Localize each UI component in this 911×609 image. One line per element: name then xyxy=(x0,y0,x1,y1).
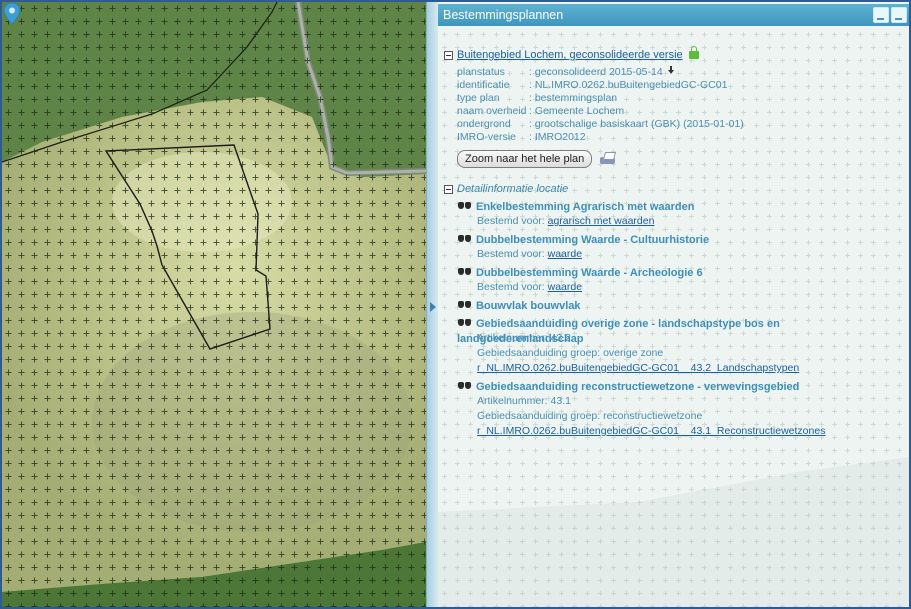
item-heading[interactable]: Enkelbestemming Agrarisch met waarden xyxy=(457,200,909,215)
map-view[interactable] xyxy=(2,2,426,607)
panel-header: Bestemmingsplannen xyxy=(438,4,909,26)
item-heading[interactable]: Gebiedsaanduiding reconstructiewetzone -… xyxy=(457,380,909,395)
binoculars-icon[interactable] xyxy=(457,233,472,243)
property-value: : geconsolideerd 2015-05-14 xyxy=(529,66,744,79)
plan-header: Buitengebied Lochem, geconsolideerde ver… xyxy=(444,46,909,64)
item-heading-text: Gebiedsaanduiding reconstructiewetzone -… xyxy=(476,381,800,393)
property-row: naam overheid: Gemeente Lochem xyxy=(457,105,744,118)
detail-title: Detailinformatie locatie xyxy=(457,183,569,195)
detail-header: Detailinformatie locatie xyxy=(444,181,909,197)
printer-icon[interactable] xyxy=(599,152,617,166)
binoculars-icon[interactable] xyxy=(457,266,472,276)
item-label: Bestemd voor: xyxy=(477,248,548,260)
item-link[interactable]: agrarisch met waarden xyxy=(548,215,655,227)
property-value: : IMRO2012 xyxy=(529,131,586,143)
item-link[interactable]: r_NL.IMRO.0262.buBuitengebiedGC-GC01__43… xyxy=(477,425,825,437)
zoom-to-plan-button[interactable]: Zoom naar het hele plan xyxy=(457,150,593,168)
expand-arrow-icon[interactable] xyxy=(430,302,436,312)
property-key: naam overheid xyxy=(457,105,527,117)
property-value: : Gemeente Lochem xyxy=(529,105,625,117)
item-line: r_NL.IMRO.0262.buBuitengebiedGC-GC01__43… xyxy=(477,425,909,440)
info-panel: Bestemmingsplannen Buitengebied Lochem, … xyxy=(438,2,909,607)
property-row: identificatie : NL.IMRO.0262.buBuitengebi… xyxy=(457,79,744,92)
property-value: : NL.IMRO.0262.buBuitengebiedGC-GC01 xyxy=(529,79,728,91)
panel-content: Buitengebied Lochem, geconsolideerde ver… xyxy=(444,46,909,440)
list-item: Gebiedsaanduiding reconstructiewetzone -… xyxy=(457,380,909,440)
list-item: Dubbelbestemming Waarde - Archeologie 6 … xyxy=(457,266,909,296)
binoculars-icon[interactable] xyxy=(457,200,472,210)
list-item: Enkelbestemming Agrarisch met waarden Be… xyxy=(457,200,909,230)
item-heading-text: Dubbelbestemming Waarde - Archeologie 6 xyxy=(476,267,703,279)
item-heading[interactable]: Gebiedsaanduiding overige zone - landsch… xyxy=(457,317,909,345)
minimize-button[interactable] xyxy=(873,7,889,23)
item-heading[interactable]: Dubbelbestemming Waarde - Archeologie 6 xyxy=(457,266,909,281)
property-row: planstatus : geconsolideerd 2015-05-14 xyxy=(457,66,744,79)
item-line: Gebiedsaanduiding groep: reconstructiewe… xyxy=(477,410,703,422)
panel-title: Bestemmingsplannen xyxy=(443,8,564,22)
map-pin-icon[interactable] xyxy=(2,2,22,26)
item-line: Bestemd voor: waarde xyxy=(477,248,909,263)
item-heading-text: Bouwvlak bouwvlak xyxy=(476,300,581,312)
maximize-button[interactable] xyxy=(891,7,907,23)
property-key: planstatus xyxy=(457,66,505,78)
item-label: Bestemd voor: xyxy=(477,281,548,293)
item-link[interactable]: waarde xyxy=(548,248,582,260)
map-canvas[interactable] xyxy=(2,2,426,607)
property-row: IMRO-versie : IMRO2012 xyxy=(457,131,744,144)
item-heading-text: Dubbelbestemming Waarde - Cultuurhistori… xyxy=(476,234,710,246)
item-link[interactable]: r_NL.IMRO.0262.buBuitengebiedGC-GC01__43… xyxy=(477,362,799,374)
property-key: type plan xyxy=(457,92,500,104)
item-link[interactable]: waarde xyxy=(548,281,582,293)
property-value: : bestemmingsplan xyxy=(529,92,618,104)
binoculars-icon[interactable] xyxy=(457,380,472,390)
binoculars-icon[interactable] xyxy=(457,317,472,327)
item-heading[interactable]: Dubbelbestemming Waarde - Cultuurhistori… xyxy=(457,233,909,248)
property-key: IMRO-versie xyxy=(457,131,516,143)
property-row: type plan : bestemmingsplan xyxy=(457,92,744,105)
item-line: Bestemd voor: agrarisch met waarden xyxy=(477,215,909,230)
download-icon[interactable] xyxy=(667,66,676,76)
property-row: ondergrond : grootschalige basiskaart (GB… xyxy=(457,118,744,131)
list-item: Bouwvlak bouwvlak xyxy=(457,299,909,314)
minus-box-icon[interactable] xyxy=(444,184,453,194)
property-value-text: : geconsolideerd 2015-05-14 xyxy=(529,66,663,78)
item-line: r_NL.IMRO.0262.buBuitengebiedGC-GC01__43… xyxy=(477,362,909,377)
item-line: Artikelnummer: 43.1 xyxy=(477,395,571,407)
property-key: identificatie xyxy=(457,79,510,91)
item-line: Artikelnummer: 43.2 xyxy=(477,332,571,344)
list-item: Dubbelbestemming Waarde - Cultuurhistori… xyxy=(457,233,909,263)
property-value: : grootschalige basiskaart (GBK) (2015-0… xyxy=(529,118,744,130)
property-key: ondergrond xyxy=(457,118,511,130)
item-line: Bestemd voor: waarde xyxy=(477,281,909,296)
binoculars-icon[interactable] xyxy=(457,299,472,309)
lock-icon xyxy=(688,46,699,59)
item-line: Gebiedsaanduiding groep: overige zone xyxy=(477,347,664,359)
list-item: Gebiedsaanduiding overige zone - landsch… xyxy=(457,317,909,377)
plan-title-link[interactable]: Buitengebied Lochem, geconsolideerde ver… xyxy=(457,49,683,61)
minus-box-icon[interactable] xyxy=(444,50,453,60)
plan-properties: planstatus : geconsolideerd 2015-05-14 id… xyxy=(457,66,744,144)
item-label: Bestemd voor: xyxy=(477,215,548,227)
zoom-row: Zoom naar het hele plan xyxy=(457,150,909,170)
app-frame: Bestemmingsplannen Buitengebied Lochem, … xyxy=(0,0,911,609)
item-heading-text: Enkelbestemming Agrarisch met waarden xyxy=(476,201,695,213)
item-heading[interactable]: Bouwvlak bouwvlak xyxy=(457,299,909,314)
